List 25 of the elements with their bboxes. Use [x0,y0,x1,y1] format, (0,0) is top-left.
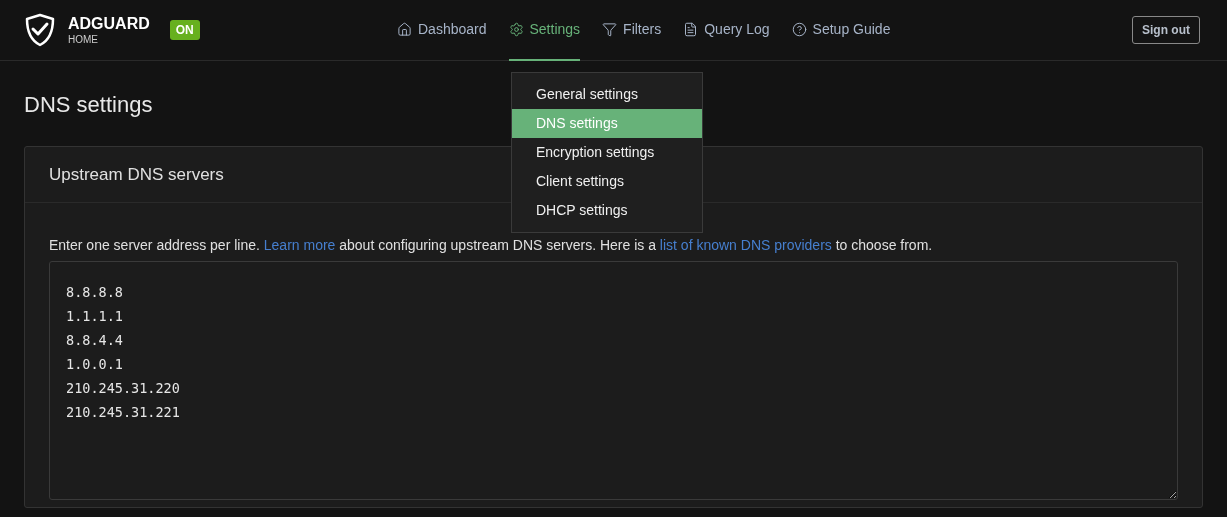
nav-tab[interactable]: Setup Guide [791,0,891,61]
nav-tab[interactable]: Settings [508,0,581,61]
logo-name: ADGUARD [68,15,150,32]
nav-tab[interactable]: Filters [602,0,662,61]
nav-tab[interactable]: Dashboard [397,0,487,61]
page-title: DNS settings [24,94,153,116]
nav-tab[interactable]: Query Log [683,0,770,61]
house-icon [397,22,412,37]
link[interactable]: list of known DNS providers [659,237,832,253]
link[interactable]: Learn more [263,237,336,253]
description-text: Enter one server address per line. Learn more about configuring upstream DNS servers. Here is a list of known DNS providers to choose from. [49,236,934,255]
document-icon [683,22,699,37]
menu-item[interactable]: General settings [512,80,702,109]
menu-item[interactable]: Client settings [512,167,702,196]
filter-icon [602,22,618,37]
card-title: Upstream DNS servers [49,163,224,186]
menu-item[interactable]: Encryption settings [512,138,702,167]
help-icon [791,22,807,37]
upstream-servers-field[interactable]: 8.8.8.8 1.1.1.1 8.8.4.4 1.0.0.1 210.245.31.220 210.245.31.221 [49,261,1178,500]
logo-subtitle: HOME [68,34,99,45]
menu-item[interactable]: DHCP settings [512,196,702,225]
settings-icon [508,22,524,37]
status-badge: ON [169,20,200,40]
shield-check-icon [24,13,56,47]
sign-out-button[interactable]: Sign out [1132,16,1200,44]
